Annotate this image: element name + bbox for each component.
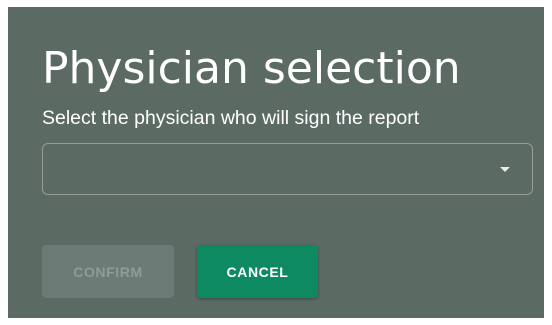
cancel-button[interactable]: CANCEL: [197, 245, 318, 298]
dialog-title: Physician selection: [42, 43, 461, 94]
dialog-subtitle: Select the physician who will sign the r…: [42, 107, 420, 129]
confirm-button[interactable]: CONFIRM: [42, 245, 174, 298]
physician-selection-dialog: Physician selection Select the physician…: [8, 7, 544, 318]
physician-select[interactable]: [42, 143, 533, 195]
caret-down-icon: [500, 167, 510, 172]
